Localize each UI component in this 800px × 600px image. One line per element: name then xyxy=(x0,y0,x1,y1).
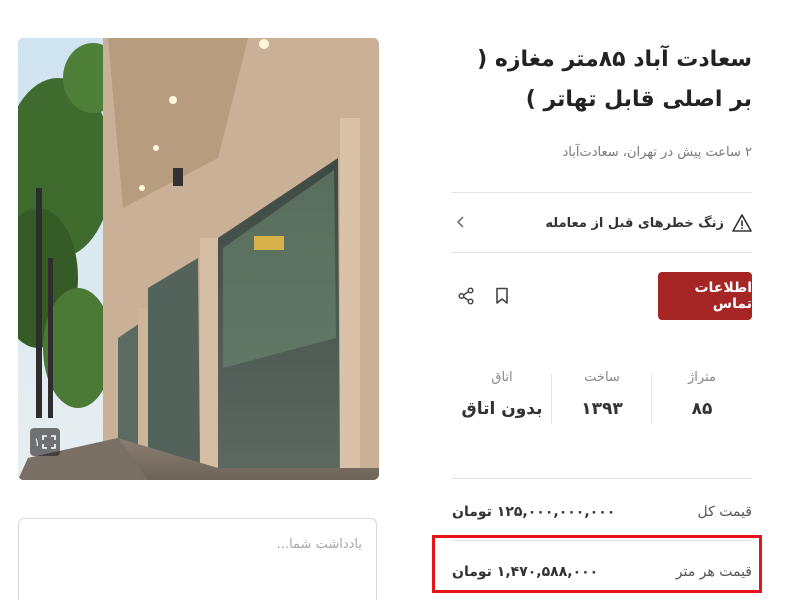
stat-area: متراژ ۸۵ xyxy=(652,360,752,440)
stat-value: بدون اتاق xyxy=(461,399,543,419)
note-placeholder: یادداشت شما... xyxy=(276,537,362,552)
listing-stats: متراژ ۸۵ ساخت ۱۳۹۳ اتاق بدون اتاق xyxy=(452,360,752,440)
gallery-count-badge[interactable]: ۱ xyxy=(30,428,60,456)
price-label: قیمت کل xyxy=(697,504,752,520)
warning-triangle-icon xyxy=(732,214,752,232)
stat-rooms: اتاق بدون اتاق xyxy=(452,360,552,440)
storefront-image xyxy=(18,38,379,480)
listing-page: ۱ یادداشت شما... سعادت آباد ۸۵متر مغازه … xyxy=(0,0,800,600)
scam-warning-link[interactable]: زنگ خطرهای قبل از معامله xyxy=(452,196,752,250)
fullscreen-icon xyxy=(42,435,57,449)
stat-value: ۸۵ xyxy=(691,399,713,419)
share-icon xyxy=(458,287,474,305)
divider xyxy=(452,478,752,479)
price-value: ۱۲۵,۰۰۰,۰۰۰,۰۰۰ تومان xyxy=(452,504,616,520)
divider xyxy=(452,252,752,253)
contact-info-button[interactable]: اطلاعات تماس xyxy=(658,272,752,320)
gallery-count: ۱ xyxy=(33,435,41,449)
stat-label: اتاق xyxy=(491,370,513,385)
divider xyxy=(452,192,752,193)
listing-title: سعادت آباد ۸۵متر مغازه ( بر اصلی قابل ته… xyxy=(477,47,752,112)
stat-year-built: ساخت ۱۳۹۳ xyxy=(552,360,652,440)
bookmark-button[interactable] xyxy=(490,284,514,308)
listing-subtitle: ۲ ساعت پیش در تهران، سعادت‌آباد xyxy=(562,145,752,160)
stat-label: ساخت xyxy=(584,370,620,385)
bookmark-icon xyxy=(496,287,508,304)
chevron-left-icon xyxy=(456,216,464,228)
note-field[interactable]: یادداشت شما... xyxy=(18,518,377,600)
stat-value: ۱۳۹۳ xyxy=(581,399,623,419)
listing-photo[interactable]: ۱ xyxy=(18,38,379,480)
contact-info-label: اطلاعات تماس xyxy=(694,280,752,312)
price-total-row: قیمت کل ۱۲۵,۰۰۰,۰۰۰,۰۰۰ تومان xyxy=(452,492,752,532)
scam-warning-label: زنگ خطرهای قبل از معامله xyxy=(545,215,724,231)
stat-label: متراژ xyxy=(688,370,716,385)
share-button[interactable] xyxy=(454,284,478,308)
highlight-box xyxy=(432,535,762,593)
